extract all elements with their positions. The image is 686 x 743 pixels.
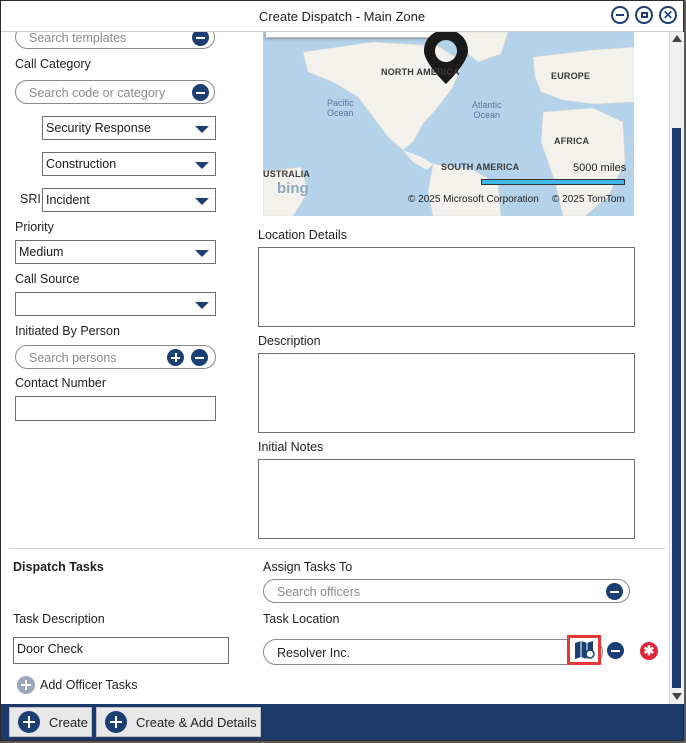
initial-notes-label: Initial Notes	[258, 440, 324, 454]
clear-officers-icon[interactable]	[606, 583, 623, 600]
call-source-select[interactable]	[15, 292, 216, 316]
location-map[interactable]: NORTH AMERICA EUROPE Pacific Ocean Atlan…	[263, 32, 634, 216]
assign-officers-placeholder: Search officers	[277, 585, 361, 599]
map-location-button[interactable]	[567, 635, 601, 665]
call-category-placeholder: Search code or category	[29, 86, 166, 100]
map-pin-icon	[575, 641, 595, 659]
initiated-by-input[interactable]: Search persons	[15, 345, 216, 369]
create-dispatch-window: Create Dispatch - Main Zone ✕ Search tem…	[0, 0, 684, 741]
sri-value: Incident	[46, 193, 90, 207]
task-location-label: Task Location	[263, 612, 340, 626]
description-label: Description	[258, 334, 321, 348]
description-field[interactable]	[258, 353, 635, 433]
vertical-scrollbar[interactable]	[669, 32, 684, 704]
map-scale-text: 5000 miles	[573, 162, 627, 174]
category-level1-select[interactable]: Security Response	[42, 116, 216, 140]
priority-label: Priority	[15, 220, 54, 234]
map-label-south-america: SOUTH AMERICA	[441, 162, 520, 172]
map-label-australia: USTRALIA	[263, 169, 311, 179]
initial-notes-field[interactable]	[258, 459, 635, 539]
call-category-label: Call Category	[15, 57, 91, 71]
add-person-icon[interactable]	[167, 349, 184, 366]
dispatch-tasks-title: Dispatch Tasks	[13, 560, 104, 574]
search-templates-input[interactable]: Search templates	[15, 32, 215, 49]
assign-tasks-label: Assign Tasks To	[263, 560, 353, 574]
call-category-input[interactable]: Search code or category	[15, 80, 215, 104]
task-description-value: Door Check	[17, 642, 83, 656]
chevron-down-icon	[195, 250, 209, 257]
priority-select[interactable]: Medium	[15, 240, 216, 264]
category-level1-value: Security Response	[46, 121, 151, 135]
clear-person-icon[interactable]	[191, 349, 208, 366]
window-title: Create Dispatch - Main Zone	[258, 9, 426, 24]
restore-icon[interactable]	[635, 6, 653, 24]
delete-task-icon[interactable]: ✱	[640, 642, 658, 660]
clear-category-icon[interactable]	[192, 84, 209, 101]
search-templates-placeholder: Search templates	[29, 32, 127, 45]
add-officer-tasks-link[interactable]: Add Officer Tasks	[40, 678, 138, 692]
bing-logo-text: bing	[277, 180, 309, 197]
category-level2-select[interactable]: Construction	[42, 152, 216, 176]
create-add-details-label: Create & Add Details	[136, 714, 257, 730]
call-source-label: Call Source	[15, 272, 80, 286]
map-label-pacific: Pacific Ocean	[327, 98, 354, 118]
map-scale-bar	[481, 179, 625, 185]
plus-circle-icon	[105, 711, 127, 733]
location-details-field[interactable]	[258, 247, 635, 327]
footer-bar: Create Create & Add Details	[1, 704, 683, 740]
map-label-atlantic: Atlantic Ocean	[472, 100, 502, 120]
location-pin-icon	[424, 32, 468, 84]
category-level2-value: Construction	[46, 157, 117, 171]
bing-logo-icon: bing	[277, 180, 309, 197]
clear-location-icon[interactable]	[607, 642, 624, 659]
minimize-icon[interactable]	[611, 6, 629, 24]
plus-circle-icon	[18, 711, 40, 733]
map-copyright-ms: © 2025 Microsoft Corporation	[408, 194, 539, 205]
title-bar: Create Dispatch - Main Zone ✕	[1, 1, 683, 32]
task-location-input[interactable]: Resolver Inc.	[263, 639, 603, 665]
task-description-label: Task Description	[13, 612, 105, 626]
create-add-details-button[interactable]: Create & Add Details	[96, 707, 261, 737]
priority-value: Medium	[19, 245, 64, 259]
initiated-by-placeholder: Search persons	[29, 351, 117, 365]
initiated-by-label: Initiated By Person	[15, 324, 120, 338]
sri-label: SRI	[20, 192, 41, 206]
chevron-down-icon	[195, 302, 209, 309]
location-details-label: Location Details	[258, 228, 347, 242]
chevron-down-icon	[195, 198, 209, 205]
sri-select[interactable]: Incident	[42, 188, 216, 212]
map-copyright-tomtom: © 2025 TomTom	[552, 194, 625, 205]
section-divider	[9, 548, 665, 549]
map-label-africa: AFRICA	[554, 136, 590, 146]
assign-officers-input[interactable]: Search officers	[263, 579, 630, 603]
map-label-north-america: NORTH AMERICA	[381, 67, 460, 77]
create-button-label: Create	[49, 714, 89, 730]
close-icon[interactable]: ✕	[659, 6, 677, 24]
scroll-thumb[interactable]	[672, 128, 681, 688]
scroll-up-icon[interactable]	[672, 35, 682, 42]
scroll-down-icon[interactable]	[672, 693, 682, 700]
clear-template-icon[interactable]	[192, 32, 209, 46]
task-location-value: Resolver Inc.	[277, 646, 350, 660]
add-officer-tasks-icon[interactable]	[17, 676, 35, 694]
contact-number-field[interactable]	[15, 396, 216, 421]
dispatch-form: Search templates Call Category Search co…	[1, 32, 669, 704]
contact-number-label: Contact Number	[15, 376, 107, 390]
chevron-down-icon	[195, 126, 209, 133]
map-label-europe: EUROPE	[551, 71, 591, 81]
chevron-down-icon	[195, 162, 209, 169]
task-description-field[interactable]: Door Check	[13, 637, 229, 664]
create-button[interactable]: Create	[9, 707, 92, 737]
